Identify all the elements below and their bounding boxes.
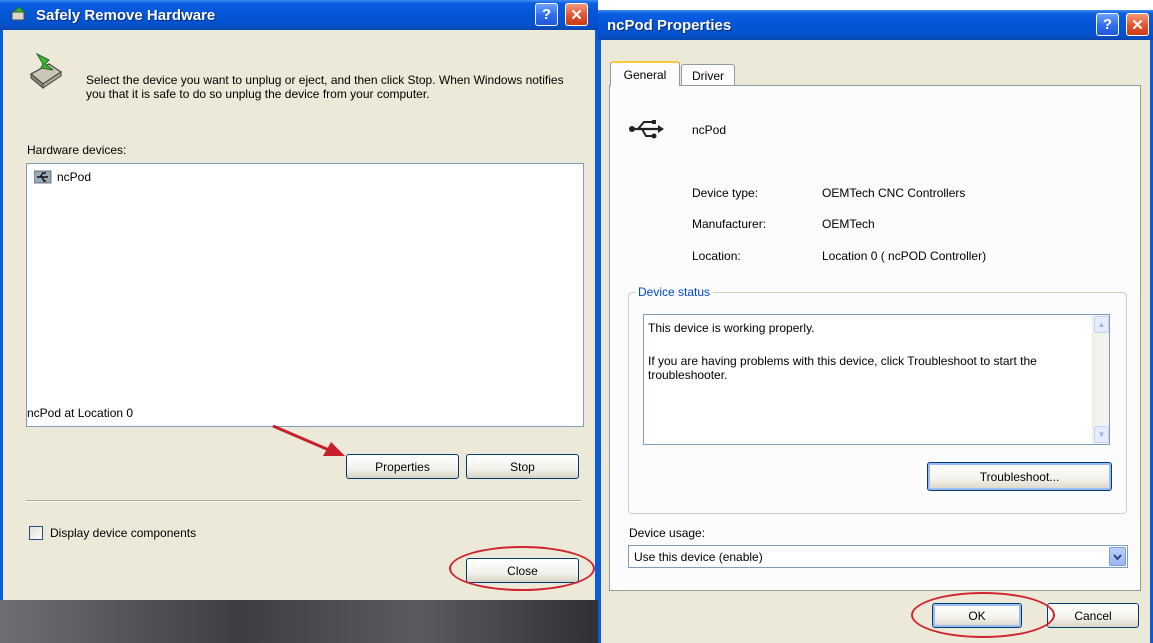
hardware-eject-icon <box>23 50 65 92</box>
device-name: ncPod <box>692 123 727 137</box>
close-window-button[interactable]: ✕ <box>565 3 588 26</box>
stop-button[interactable]: Stop <box>466 454 579 479</box>
title-bar[interactable]: Safely Remove Hardware ? ✕ <box>0 0 598 30</box>
device-status-label: Device status <box>635 285 714 299</box>
properties-button[interactable]: Properties <box>346 454 459 479</box>
scroll-up-icon[interactable]: ▲ <box>1094 316 1109 333</box>
cancel-button[interactable]: Cancel <box>1047 603 1139 628</box>
display-components-checkbox[interactable] <box>29 526 43 540</box>
location-value: Location 0 ( ncPOD Controller) <box>822 249 987 263</box>
location-label: Location: <box>692 249 741 263</box>
hardware-devices-list[interactable]: ncPod <box>26 163 584 427</box>
safely-remove-window: Safely Remove Hardware ? ✕ Select the de… <box>0 0 598 643</box>
device-status-textbox[interactable]: This device is working properly. If you … <box>643 314 1110 445</box>
close-window-button[interactable]: ✕ <box>1126 13 1149 36</box>
dialog-body: Select the device you want to unplug or … <box>3 30 595 600</box>
tab-general[interactable]: General <box>610 61 680 86</box>
tab-driver[interactable]: Driver <box>681 64 735 86</box>
status-line: This device is working properly. <box>648 321 815 335</box>
instructions-text: Select the device you want to unplug or … <box>86 73 564 101</box>
device-usage-label: Device usage: <box>629 526 706 540</box>
chevron-down-icon[interactable] <box>1109 547 1126 566</box>
device-usage-value: Use this device (enable) <box>634 549 763 564</box>
manufacturer-value: OEMTech <box>822 217 875 231</box>
annotation-arrow-icon <box>269 422 349 460</box>
scroll-down-icon[interactable]: ▼ <box>1094 426 1109 443</box>
safely-remove-app-icon <box>10 6 28 24</box>
troubleshoot-button[interactable]: Troubleshoot... <box>927 462 1112 491</box>
help-button[interactable]: ? <box>535 3 558 26</box>
close-button[interactable]: Close <box>466 558 579 583</box>
taskbar-strip <box>0 600 598 643</box>
device-type-label: Device type: <box>692 186 759 200</box>
help-button[interactable]: ? <box>1096 13 1119 36</box>
device-usage-dropdown[interactable]: Use this device (enable) <box>628 545 1128 568</box>
device-type-value: OEMTech CNC Controllers <box>822 186 966 200</box>
window-title: ncPod Properties <box>607 16 732 34</box>
window-title: Safely Remove Hardware <box>36 6 216 24</box>
usb-device-icon <box>33 169 52 185</box>
status-scrollbar[interactable]: ▲ ▼ <box>1092 315 1109 444</box>
ok-button[interactable]: OK <box>932 603 1022 628</box>
title-bar[interactable]: ncPod Properties ? ✕ <box>598 10 1153 40</box>
display-components-label[interactable]: Display device components <box>50 526 196 540</box>
general-tab-panel: ncPod Device type: OEMTech CNC Controlle… <box>609 85 1141 591</box>
list-item[interactable]: ncPod <box>33 169 92 185</box>
manufacturer-label: Manufacturer: <box>692 217 767 231</box>
device-name: ncPod <box>57 170 92 184</box>
status-help-text: If you are having problems with this dev… <box>648 354 1037 382</box>
usb-device-icon <box>628 119 664 139</box>
properties-window: ncPod Properties ? ✕ General Driver ncPo… <box>598 10 1153 643</box>
dialog-body: General Driver ncPod Device type: OEMTec… <box>601 40 1150 643</box>
selected-device-location: ncPod at Location 0 <box>27 406 134 420</box>
devices-label: Hardware devices: <box>27 143 127 157</box>
divider <box>26 500 581 502</box>
